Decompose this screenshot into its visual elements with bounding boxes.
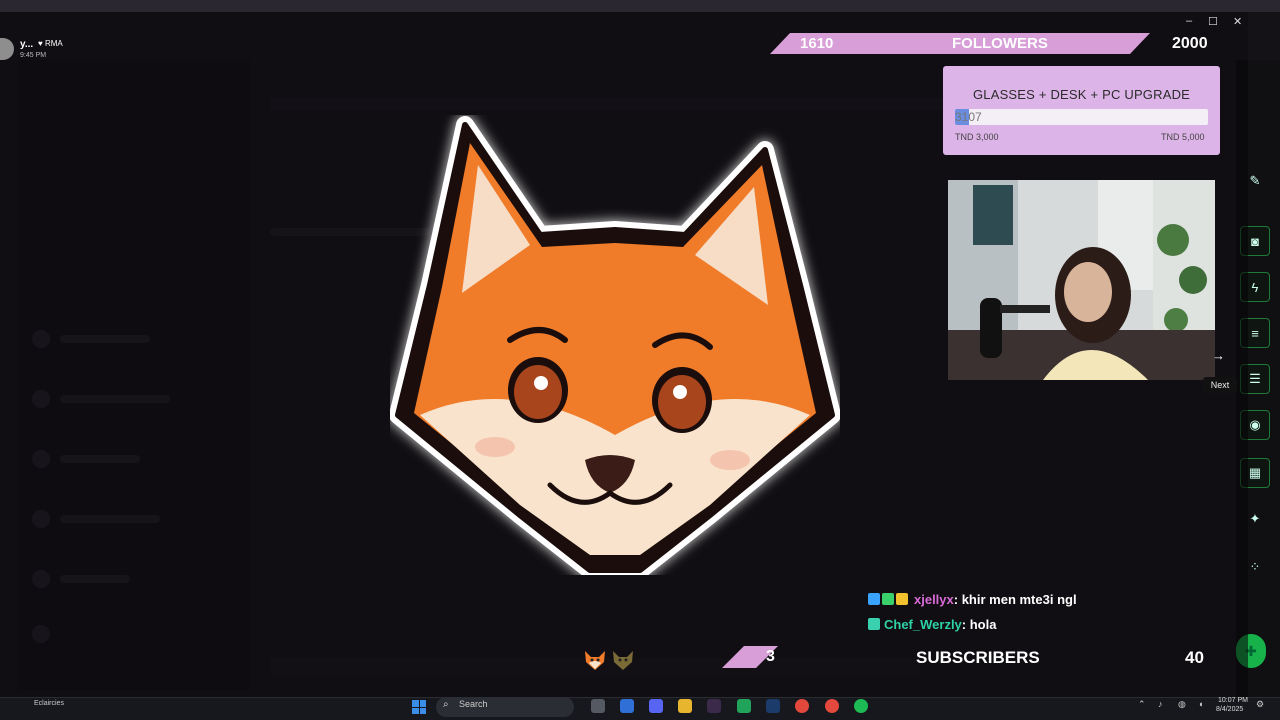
settings-icon[interactable]: ⚙ xyxy=(1256,699,1264,710)
chat-message: Chef_Werzly: hola xyxy=(868,617,996,632)
goal-max-label: TND 5,000 xyxy=(1161,132,1205,142)
chrome-icon[interactable] xyxy=(825,699,839,713)
fox-logo xyxy=(390,116,840,575)
wolf-emote-icon xyxy=(613,651,633,670)
spotify-icon[interactable] xyxy=(854,699,868,713)
clock-date[interactable]: 8/4/2025 xyxy=(1216,706,1243,713)
chat-username: Chef_Werzly xyxy=(884,617,962,632)
badge-icon xyxy=(896,593,908,605)
webcam-feed xyxy=(948,180,1215,380)
maximize-button[interactable]: ☐ xyxy=(1208,15,1218,28)
file-explorer-icon[interactable] xyxy=(678,699,692,713)
goal-current-value: 3107 xyxy=(955,110,982,124)
chat-text: : khir men mte3i ngl xyxy=(953,592,1077,607)
goal-progress-track xyxy=(955,109,1208,125)
profile-tag: ♥ RMA xyxy=(38,39,63,48)
badge-icon xyxy=(882,593,894,605)
chat-message: xjellyx: khir men mte3i ngl xyxy=(868,592,1077,607)
chrome-icon[interactable] xyxy=(795,699,809,713)
badge-icon xyxy=(868,593,880,605)
app-icon[interactable] xyxy=(707,699,721,713)
microphone-icon[interactable]: ♪ xyxy=(1158,699,1163,709)
task-view-icon[interactable] xyxy=(591,699,605,713)
start-button[interactable] xyxy=(410,698,428,716)
tray-chevron-icon[interactable]: ⌃ xyxy=(1138,699,1146,710)
taskbar-search[interactable] xyxy=(436,697,574,717)
goal-min-label: TND 3,000 xyxy=(955,132,999,142)
subscribers-goal: 40 xyxy=(1185,648,1204,667)
taskbar xyxy=(0,697,1280,720)
search-icon: ⌕ xyxy=(443,699,449,710)
screen: ✎ ◙ ϟ ≡ ☰ ◉ ▦ ✦ ⁘ ✚ – ☐ ✕ y... ♥ RMA 9:4… xyxy=(0,0,1280,720)
subscribers-count: 3 xyxy=(766,648,775,665)
search-placeholder: Search xyxy=(459,699,488,709)
chat-text: : hola xyxy=(961,617,997,632)
browser-tab-strip xyxy=(0,0,1280,12)
followers-goal: 2000 xyxy=(1172,35,1208,52)
weather-label[interactable]: Eclaircies xyxy=(34,700,64,707)
fox-emote-icon xyxy=(585,651,605,670)
profile-time: 9:45 PM xyxy=(20,52,47,59)
clock-time[interactable]: 10:07 PM xyxy=(1218,697,1248,704)
next-tooltip: Next xyxy=(1203,377,1237,393)
badge-icon xyxy=(868,618,880,630)
subscribers-label: SUBSCRIBERS xyxy=(916,648,1040,667)
minimize-button[interactable]: – xyxy=(1186,15,1192,27)
volume-icon[interactable]: ◖ xyxy=(1198,699,1203,709)
next-arrow-icon[interactable]: → xyxy=(1212,348,1225,363)
followers-label: FOLLOWERS xyxy=(952,35,1048,52)
profile-name: y... xyxy=(20,39,34,50)
webcam-image xyxy=(948,180,1215,380)
chat-username: xjellyx xyxy=(914,592,954,607)
chat-badges xyxy=(868,592,914,607)
followers-count: 1610 xyxy=(800,35,834,52)
network-icon[interactable]: ◍ xyxy=(1178,699,1186,710)
discord-icon[interactable] xyxy=(649,699,663,713)
close-button[interactable]: ✕ xyxy=(1233,15,1242,28)
app-icon[interactable] xyxy=(737,699,751,713)
outlook-icon[interactable] xyxy=(620,699,634,713)
steam-icon[interactable] xyxy=(766,699,780,713)
goal-title: GLASSES + DESK + PC UPGRADE xyxy=(972,87,1191,102)
